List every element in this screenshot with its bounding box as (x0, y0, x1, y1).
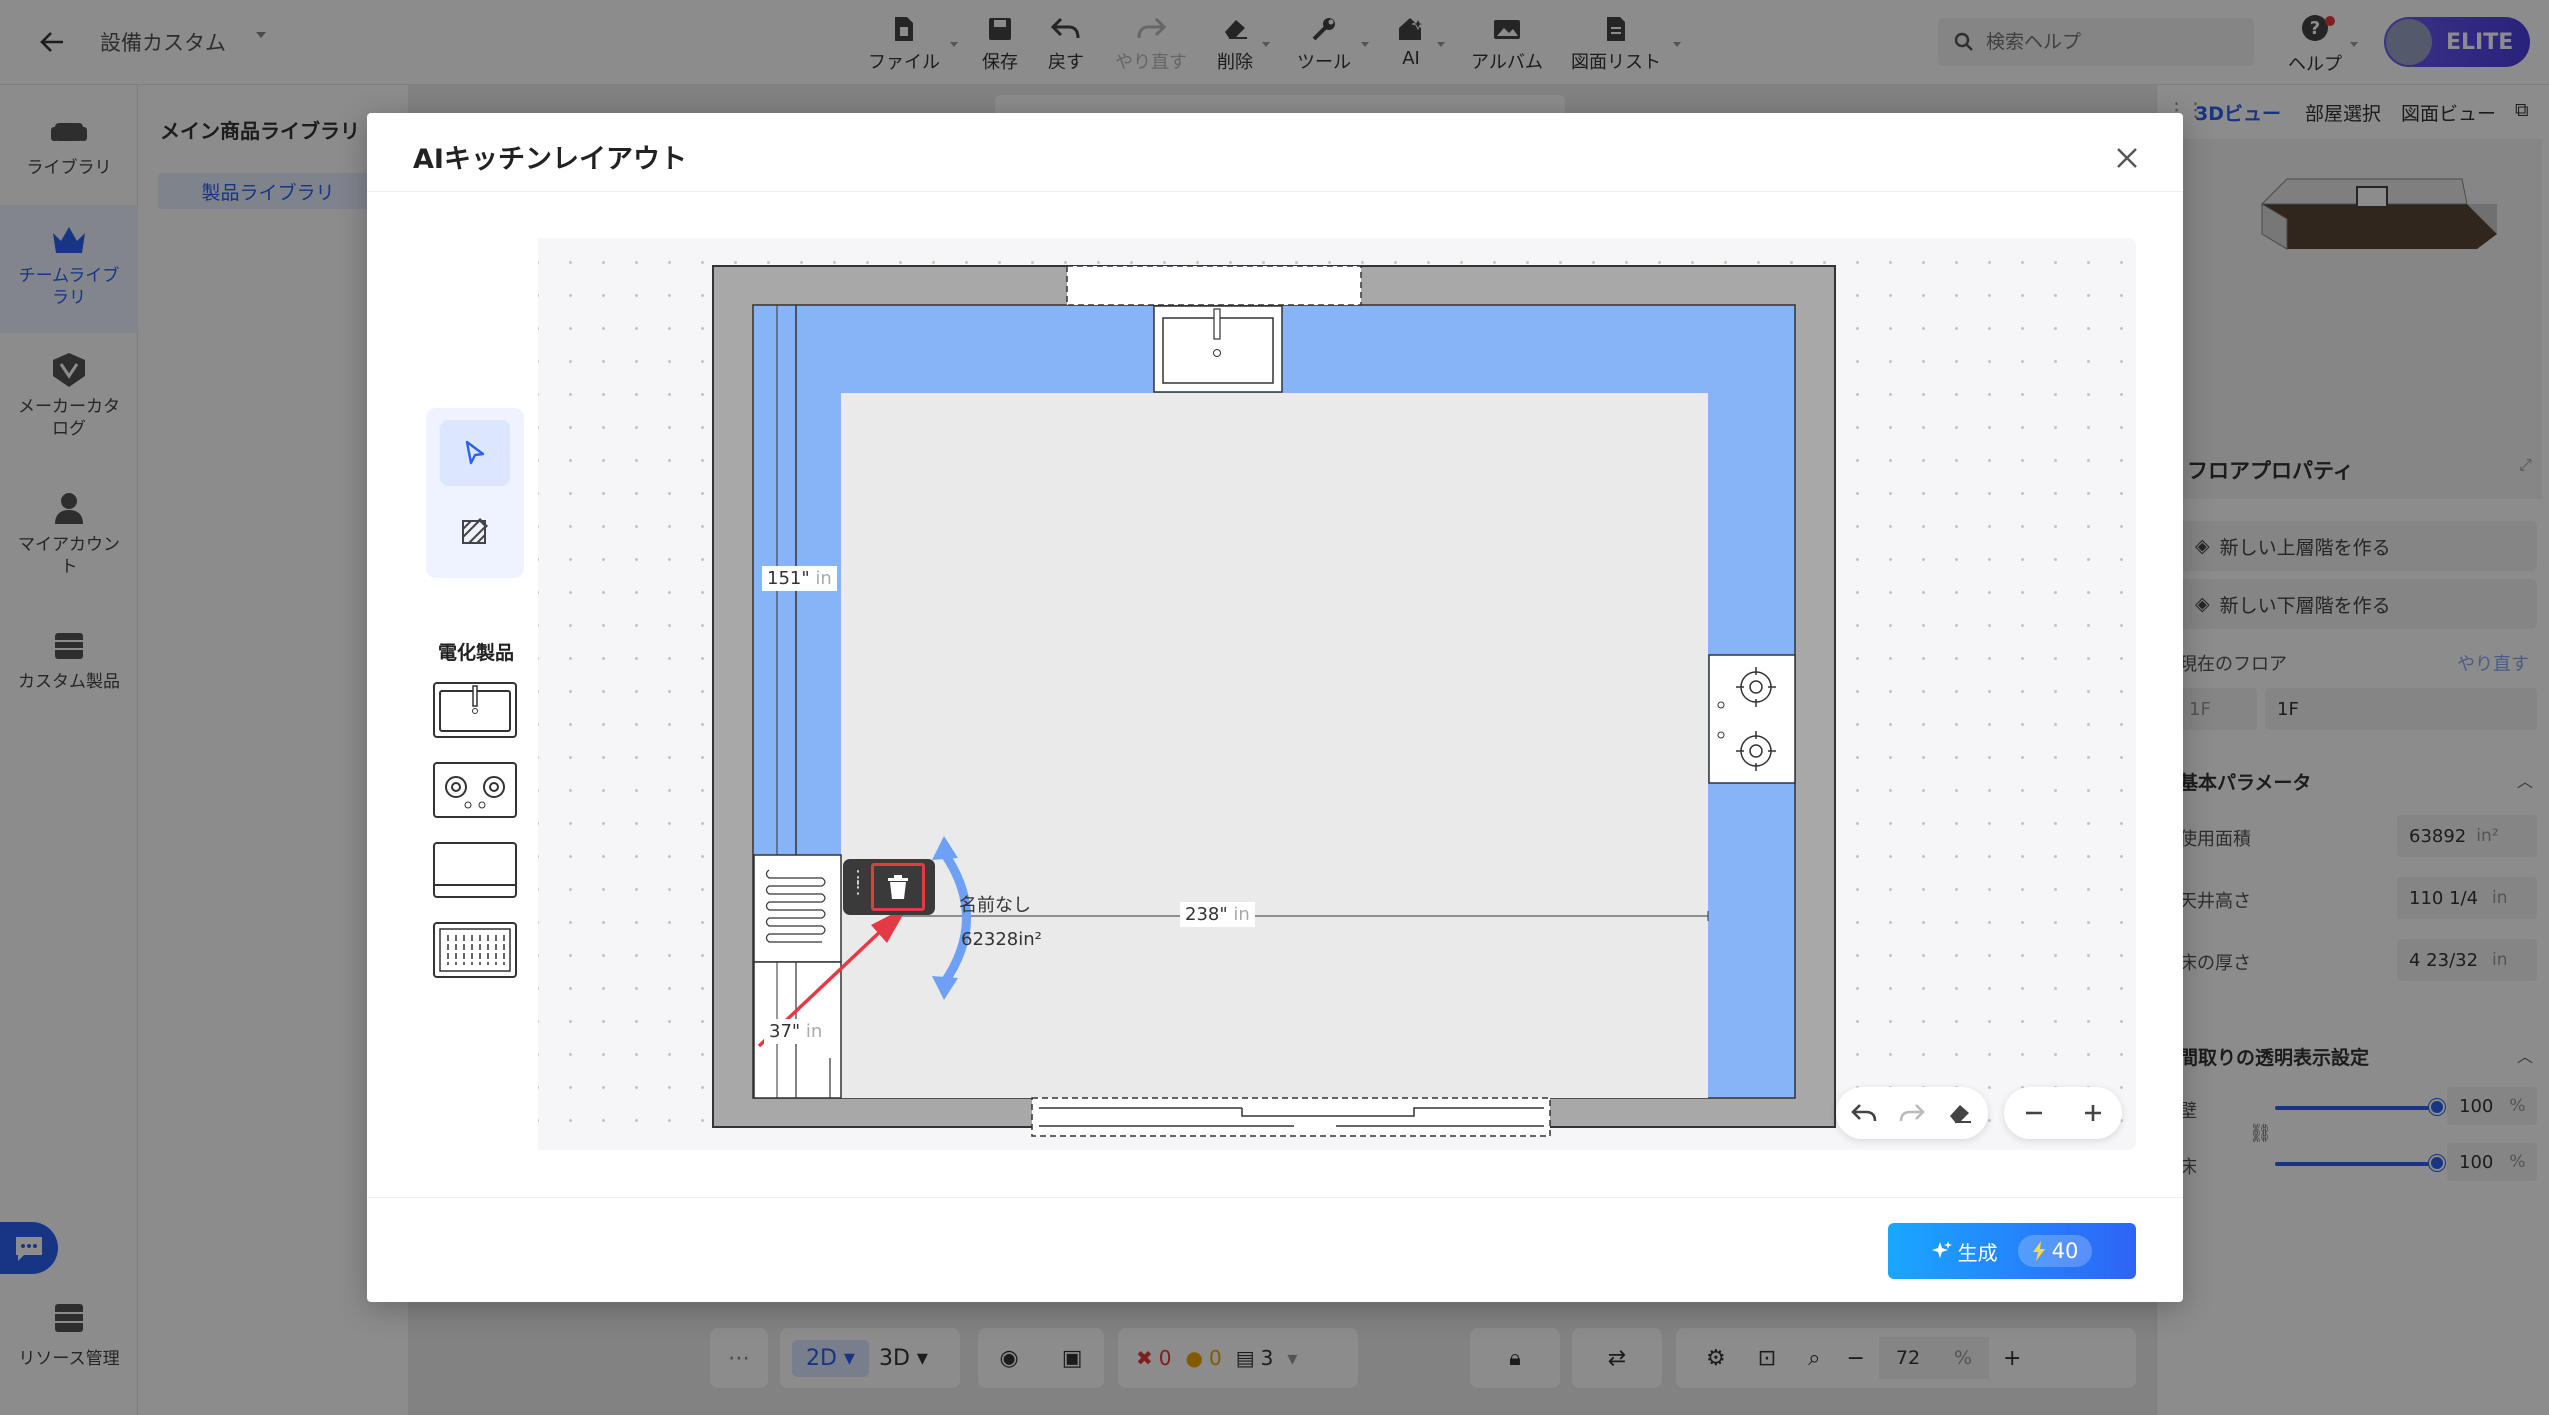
minus-icon (2025, 1111, 2042, 1115)
dimension-value: 238" (1185, 904, 1228, 925)
trash-icon (888, 875, 908, 899)
canvas-zoom-out-button[interactable] (2010, 1089, 2058, 1137)
kitchen-floorplan[interactable] (414, 238, 2136, 1150)
divider (367, 191, 2183, 192)
credit-cost-badge: 40 (2017, 1235, 2093, 1267)
generate-label-group: 生成 (1931, 1237, 1998, 1266)
window-top (1066, 265, 1362, 306)
lightning-icon (2032, 1241, 2045, 1261)
floorplan-canvas[interactable]: 電化製品 ⋮ ⋮ 名前なし 62328in² 151" in 238" in 3… (414, 238, 2136, 1150)
dimension-value: 151" (767, 568, 810, 589)
divider (367, 1197, 2183, 1198)
dialog-title: AIキッチンレイアウト (413, 144, 687, 175)
generate-label: 生成 (1957, 1240, 1998, 1265)
sparkle-icon (1931, 1241, 1952, 1258)
canvas-erase-button[interactable] (1936, 1089, 1984, 1137)
sink-fixture (1153, 305, 1283, 393)
cooktop-fixture (1708, 654, 1796, 784)
undo-icon (1851, 1104, 1877, 1122)
room-area: 62328in² (961, 929, 1042, 950)
delete-item-button[interactable] (871, 863, 925, 911)
close-button[interactable] (2102, 133, 2152, 183)
room-name: 名前なし (959, 895, 1031, 916)
dimension-value: 37" (769, 1021, 801, 1042)
canvas-zoom-in-button[interactable] (2069, 1089, 2117, 1137)
dimension-label[interactable]: 238" in (1180, 902, 1255, 927)
redo-icon (1899, 1104, 1925, 1122)
dimension-unit: in (1233, 904, 1250, 925)
dimension-label[interactable]: 151" in (762, 566, 837, 591)
credit-cost: 40 (2051, 1239, 2079, 1263)
canvas-undo-button[interactable] (1840, 1089, 1888, 1137)
dimension-unit: in (815, 568, 832, 589)
plus-icon (2084, 1105, 2101, 1121)
zoom-tools (2004, 1087, 2122, 1139)
generate-button[interactable]: 生成 40 (1888, 1223, 2136, 1279)
close-icon (2117, 148, 2137, 168)
window-bottom (1031, 1097, 1551, 1137)
dishwasher-fixture (753, 854, 842, 963)
eraser-icon (1950, 1105, 1971, 1123)
edit-history-tools (1836, 1087, 1988, 1139)
dimension-label[interactable]: 37" in (764, 1019, 828, 1044)
canvas-redo-button[interactable] (1888, 1089, 1936, 1137)
item-context-toolbar: ⋮ ⋮ (843, 859, 935, 915)
drag-handle-icon[interactable]: ⋮⋮ (849, 869, 867, 897)
room-floor (841, 393, 1708, 1098)
dimension-unit: in (805, 1021, 823, 1042)
ai-kitchen-layout-dialog: AIキッチンレイアウト 電化製品 ⋮ ⋮ 名前なし 62328in² 151" … (367, 113, 2183, 1302)
